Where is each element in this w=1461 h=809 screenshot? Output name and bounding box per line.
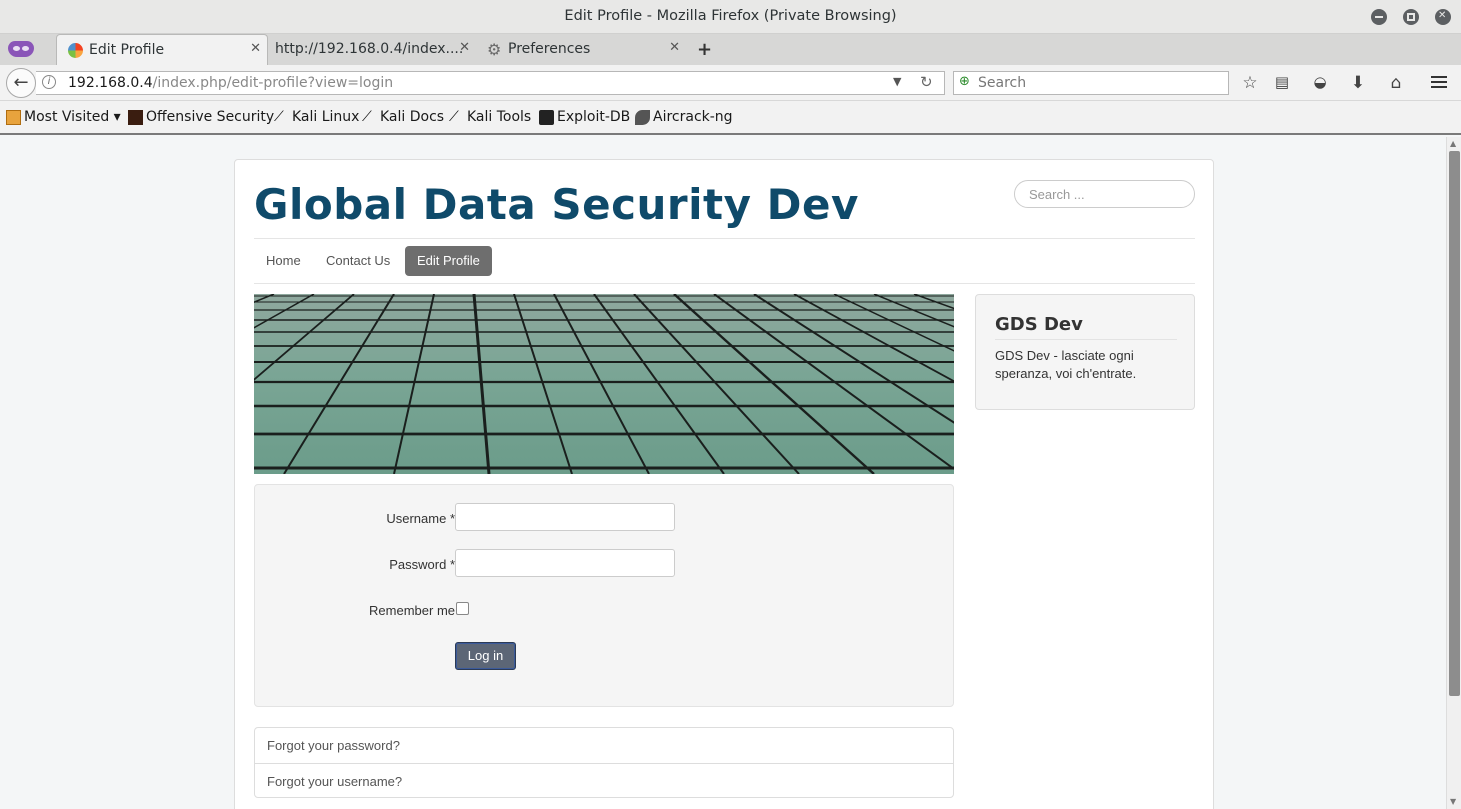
back-arrow-icon[interactable]: ← xyxy=(6,68,36,98)
tab-url[interactable]: http://192.168.0.4/index.... ✕ xyxy=(268,34,476,65)
gear-icon: ⚙ xyxy=(487,40,502,59)
url-bar[interactable]: i 192.168.0.4/index.php/edit-profile?vie… xyxy=(36,71,945,95)
bookmark-star-icon[interactable]: ☆ xyxy=(1240,73,1260,93)
bookmark-most-visited[interactable]: Most Visited ▾ xyxy=(6,109,121,125)
reading-list-icon[interactable]: ▤ xyxy=(1272,73,1292,91)
url-dropdown-icon[interactable]: ▼ xyxy=(893,75,901,88)
sidebar-heading: GDS Dev xyxy=(995,314,1083,335)
page-container: Global Data Security Dev Search ... Home… xyxy=(234,159,1214,809)
forgot-username-link[interactable]: Forgot your username? xyxy=(255,763,953,798)
browser-search-input[interactable]: ⊕ Search xyxy=(953,71,1229,95)
glass-facade-grid xyxy=(254,294,954,474)
aircrack-icon xyxy=(635,110,650,125)
bookmarks-toolbar: Most Visited ▾ Offensive Security ⟋ Kali… xyxy=(0,101,1461,135)
menu-item-contact-us[interactable]: Contact Us xyxy=(314,246,402,276)
minimize-icon[interactable] xyxy=(1371,9,1387,25)
scroll-down-icon[interactable]: ▼ xyxy=(1450,797,1456,806)
tab-preferences[interactable]: ⚙ Preferences ✕ xyxy=(476,34,686,65)
remember-me-label: Remember me xyxy=(369,603,455,618)
bookmark-kali-linux[interactable]: ⟋ Kali Linux xyxy=(274,109,359,125)
login-form: Username * Password * Remember me Log in xyxy=(254,484,954,707)
username-label: Username * xyxy=(386,511,455,526)
scrollbar-thumb[interactable] xyxy=(1449,151,1460,696)
reload-icon[interactable]: ↻ xyxy=(920,73,933,91)
close-tab-icon[interactable]: ✕ xyxy=(250,41,261,56)
navigation-bar: ← i 192.168.0.4/index.php/edit-profile?v… xyxy=(0,65,1461,101)
download-icon[interactable]: ⬇ xyxy=(1348,73,1368,93)
password-label: Password * xyxy=(389,557,455,572)
password-input[interactable] xyxy=(455,549,675,577)
username-input[interactable] xyxy=(455,503,675,531)
bookmark-offensive-security[interactable]: Offensive Security xyxy=(128,109,274,125)
menu-icon[interactable] xyxy=(1431,76,1447,88)
search-icon: ⊕ xyxy=(959,74,970,89)
scroll-up-icon[interactable]: ▲ xyxy=(1450,139,1456,148)
vertical-scrollbar[interactable]: ▲ ▼ xyxy=(1446,137,1461,809)
pocket-icon[interactable]: ◒ xyxy=(1310,73,1330,91)
tab-label: Edit Profile xyxy=(89,42,165,58)
url-text[interactable]: 192.168.0.4/index.php/edit-profile?view=… xyxy=(68,75,393,91)
window-titlebar: Edit Profile - Mozilla Firefox (Private … xyxy=(0,0,1461,34)
kali-dragon-icon: ⟋ xyxy=(362,109,372,125)
account-links-list: Forgot your password? Forgot your userna… xyxy=(254,727,954,798)
menu-item-home[interactable]: Home xyxy=(254,246,313,276)
tab-label: http://192.168.0.4/index.... xyxy=(275,41,464,57)
divider xyxy=(254,238,1195,239)
private-browsing-mask-icon xyxy=(8,41,34,57)
login-button[interactable]: Log in xyxy=(455,642,516,670)
site-title[interactable]: Global Data Security Dev xyxy=(254,180,859,229)
kali-dragon-icon: ⟋ xyxy=(274,109,284,125)
close-tab-icon[interactable]: ✕ xyxy=(459,40,470,55)
remember-me-checkbox[interactable] xyxy=(456,602,469,615)
sidebar-module: GDS Dev GDS Dev - lasciate ogni speranza… xyxy=(975,294,1195,410)
bookmark-exploit-db[interactable]: Exploit-DB xyxy=(539,109,630,125)
forgot-password-link[interactable]: Forgot your password? xyxy=(255,728,953,763)
site-search-input[interactable]: Search ... xyxy=(1014,180,1195,208)
close-tab-icon[interactable]: ✕ xyxy=(669,40,680,55)
most-visited-icon xyxy=(6,110,21,125)
joomla-icon xyxy=(68,43,83,58)
tab-edit-profile[interactable]: Edit Profile ✕ xyxy=(56,34,268,65)
sidebar-text: GDS Dev - lasciate ogni speranza, voi ch… xyxy=(995,348,1137,381)
search-placeholder: Search xyxy=(978,75,1027,91)
divider xyxy=(995,339,1177,340)
banner-image xyxy=(254,294,954,474)
new-tab-icon[interactable]: + xyxy=(697,39,712,60)
home-icon[interactable]: ⌂ xyxy=(1386,73,1406,93)
window-title: Edit Profile - Mozilla Firefox (Private … xyxy=(564,8,897,24)
offensive-security-icon xyxy=(128,110,143,125)
tab-label: Preferences xyxy=(508,41,591,57)
kali-dragon-icon: ⟋ xyxy=(449,109,459,125)
bookmark-aircrack-ng[interactable]: Aircrack-ng xyxy=(635,109,733,125)
exploit-db-icon xyxy=(539,110,554,125)
close-window-icon[interactable] xyxy=(1435,9,1451,25)
bookmark-kali-docs[interactable]: ⟋ Kali Docs xyxy=(362,109,444,125)
divider xyxy=(254,283,1195,284)
page-viewport: Global Data Security Dev Search ... Home… xyxy=(0,137,1446,809)
tab-strip: Edit Profile ✕ http://192.168.0.4/index.… xyxy=(0,34,1461,65)
info-icon[interactable]: i xyxy=(42,75,56,89)
menu-item-edit-profile[interactable]: Edit Profile xyxy=(405,246,492,276)
bookmark-kali-tools[interactable]: ⟋ Kali Tools xyxy=(449,109,531,125)
maximize-icon[interactable] xyxy=(1403,9,1419,25)
